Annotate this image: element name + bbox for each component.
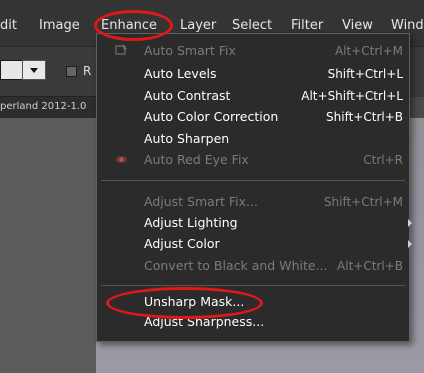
menu-item-label[interactable]: Auto Levels	[144, 67, 217, 81]
submenu-arrow-icon	[408, 219, 412, 227]
menu-item-shortcut: Shift+Ctrl+L	[327, 67, 403, 81]
menu-item-shortcut: Alt+Ctrl+M	[334, 44, 403, 58]
auto-smart-fix-icon	[115, 44, 127, 55]
enhance-highlight-ring	[94, 10, 173, 41]
menu-item-shortcut: Ctrl+R	[363, 153, 403, 167]
menu-item-shortcut: Shift+Ctrl+B	[326, 110, 403, 124]
document-tab[interactable]: perland 2012-1.0	[0, 96, 96, 120]
document-tab-label: perland 2012-1.0	[0, 101, 87, 112]
menu-image[interactable]: Image	[39, 18, 80, 34]
menu-select[interactable]: Select	[232, 18, 272, 34]
menu-item-label[interactable]: Auto Sharpen	[144, 132, 229, 146]
menu-item-shortcut: Alt+Ctrl+B	[337, 259, 403, 273]
menu-item-label[interactable]: Adjust Color	[144, 237, 220, 251]
menu-edit[interactable]: dit	[0, 18, 17, 34]
menu-item-shortcut: Alt+Shift+Ctrl+L	[301, 89, 403, 103]
menu-separator	[101, 180, 405, 181]
side-panel	[0, 118, 96, 373]
menu-item-shortcut: Shift+Ctrl+M	[323, 195, 403, 209]
menu-layer[interactable]: Layer	[180, 18, 216, 34]
menu-separator	[101, 285, 405, 286]
menu-view[interactable]: View	[342, 18, 373, 34]
menu-item-label: Auto Smart Fix	[144, 43, 236, 58]
chevron-down-icon[interactable]	[22, 60, 46, 80]
menu-item-label[interactable]: Adjust Lighting	[144, 216, 238, 230]
red-eye-icon	[116, 156, 127, 163]
menu-item-label: Convert to Black and White...	[144, 258, 328, 273]
menu-item-label[interactable]: Auto Color Correction	[144, 110, 278, 124]
option-checkbox-label: R	[83, 64, 92, 78]
submenu-arrow-icon	[408, 240, 412, 248]
unsharp-mask-highlight-ring	[106, 287, 263, 319]
menu-item-label: Adjust Smart Fix...	[144, 194, 258, 209]
menu-filter[interactable]: Filter	[291, 18, 323, 34]
menu-window[interactable]: Wind	[391, 18, 424, 34]
menu-item-label: Auto Red Eye Fix	[144, 152, 249, 167]
menu-item-label[interactable]: Auto Contrast	[144, 89, 230, 103]
option-checkbox[interactable]	[66, 66, 77, 77]
